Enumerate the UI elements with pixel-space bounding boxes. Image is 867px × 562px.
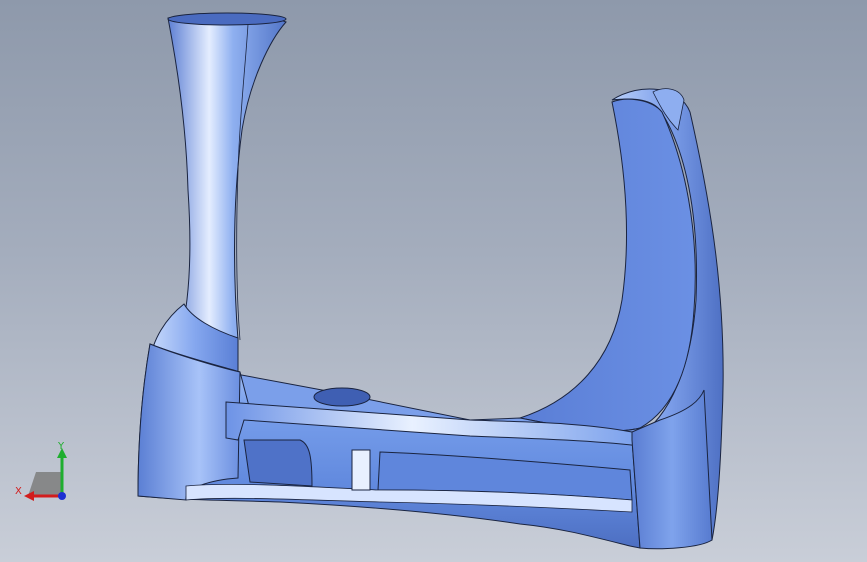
stem-opening [167, 12, 287, 26]
triad-x-label: X [15, 486, 22, 497]
left-stem[interactable] [149, 12, 287, 373]
pocket-left [243, 439, 313, 487]
part-model[interactable] [0, 0, 867, 562]
mount-hole[interactable] [313, 387, 371, 407]
slot[interactable] [351, 449, 371, 491]
orientation-triad[interactable]: Y X [12, 438, 72, 508]
triad-z-axis [58, 492, 66, 500]
triad-x-arrow [24, 491, 34, 501]
3d-viewport[interactable]: Y X [0, 0, 867, 562]
triad-y-label: Y [58, 441, 65, 452]
